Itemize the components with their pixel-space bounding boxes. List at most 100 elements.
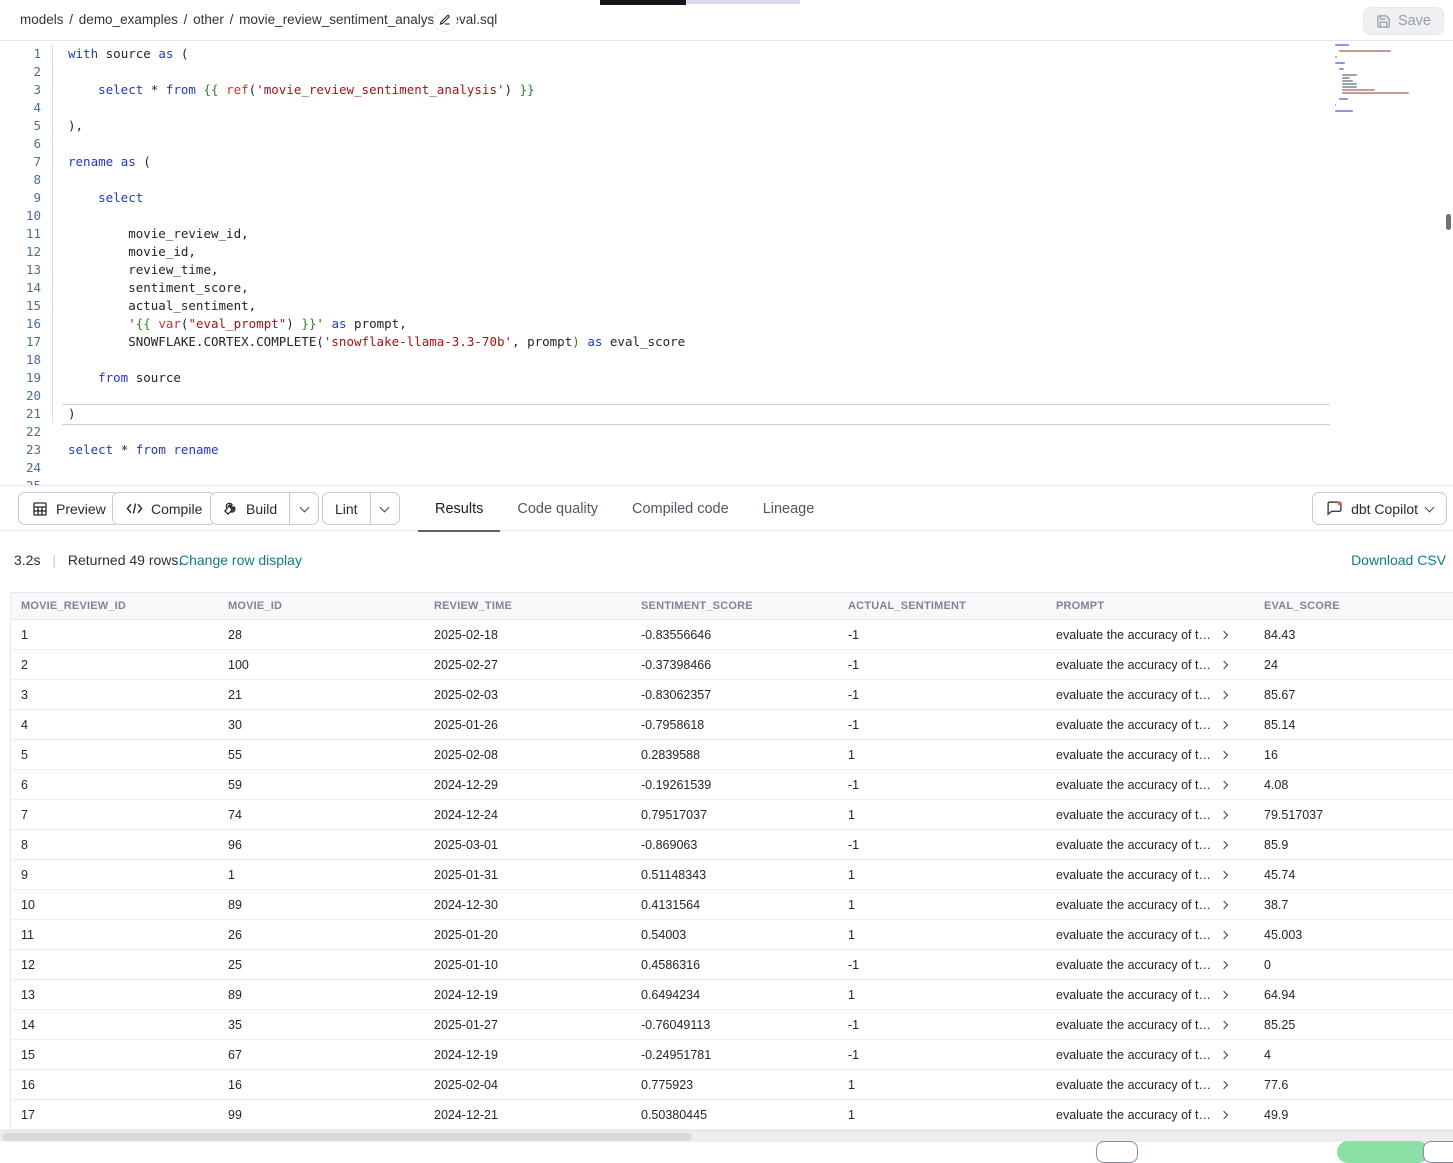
tab-lineage[interactable]: Lineage (746, 486, 832, 532)
breadcrumb-item[interactable]: other (193, 12, 224, 27)
code-line-14[interactable]: 14 sentiment_score, (0, 279, 1453, 297)
code-line-3[interactable]: 3 select * from {{ ref('movie_review_sen… (0, 81, 1453, 99)
save-button[interactable]: Save (1363, 7, 1444, 35)
table-row[interactable]: 17992024-12-210.503804451evaluate the ac… (11, 1100, 1453, 1130)
code-line-24[interactable]: 24 (0, 459, 1453, 477)
code-line-1[interactable]: 1with source as ( (0, 45, 1453, 63)
code-line-21[interactable]: 21) (0, 405, 1453, 423)
compile-button[interactable]: Compile (112, 492, 216, 525)
code-line-23[interactable]: 23select * from rename (0, 441, 1453, 459)
column-header-review_time[interactable]: REVIEW_TIME (424, 593, 631, 619)
table-row[interactable]: 8962025-03-01-0.869063-1evaluate the acc… (11, 830, 1453, 860)
breadcrumb-item[interactable]: demo_examples (79, 12, 178, 27)
cell-prompt[interactable]: evaluate the accuracy of the res… (1046, 1070, 1254, 1099)
expand-cell-icon[interactable] (1220, 1020, 1228, 1028)
table-row[interactable]: 11262025-01-200.540031evaluate the accur… (11, 920, 1453, 950)
cell-prompt[interactable]: evaluate the accuracy of the res… (1046, 620, 1254, 649)
expand-cell-icon[interactable] (1220, 990, 1228, 998)
cell-prompt[interactable]: evaluate the accuracy of the res… (1046, 740, 1254, 769)
code-line-9[interactable]: 9 select (0, 189, 1453, 207)
table-row[interactable]: 912025-01-310.511483431evaluate the accu… (11, 860, 1453, 890)
expand-cell-icon[interactable] (1220, 1050, 1228, 1058)
tab-compiled-code[interactable]: Compiled code (615, 486, 746, 532)
cell-prompt[interactable]: evaluate the accuracy of the res… (1046, 1100, 1254, 1129)
cell-prompt[interactable]: evaluate the accuracy of the res… (1046, 1010, 1254, 1039)
code-line-18[interactable]: 18 (0, 351, 1453, 369)
code-line-7[interactable]: 7rename as ( (0, 153, 1453, 171)
breadcrumb-item[interactable]: movie_review_sentiment_analysis_eval.sql (239, 12, 497, 27)
cell-prompt[interactable]: evaluate the accuracy of the res… (1046, 920, 1254, 949)
expand-cell-icon[interactable] (1220, 810, 1228, 818)
cell-prompt[interactable]: evaluate the accuracy of the res… (1046, 1040, 1254, 1069)
column-header-movie_review_id[interactable]: MOVIE_REVIEW_ID (11, 593, 218, 619)
change-row-display-link[interactable]: Change row display (179, 552, 302, 568)
download-csv-link[interactable]: Download CSV (1351, 552, 1446, 568)
code-line-8[interactable]: 8 (0, 171, 1453, 189)
code-line-13[interactable]: 13 review_time, (0, 261, 1453, 279)
table-row[interactable]: 1282025-02-18-0.83556646-1evaluate the a… (11, 620, 1453, 650)
expand-cell-icon[interactable] (1220, 630, 1228, 638)
expand-cell-icon[interactable] (1220, 780, 1228, 788)
code-line-25[interactable]: 25 (0, 477, 1453, 485)
horizontal-scrollbar[interactable] (0, 1130, 1453, 1142)
code-line-5[interactable]: 5), (0, 117, 1453, 135)
edit-file-icon[interactable] (433, 8, 457, 32)
code-line-17[interactable]: 17 SNOWFLAKE.CORTEX.COMPLETE('snowflake-… (0, 333, 1453, 351)
minimap[interactable] (1335, 44, 1443, 94)
build-button[interactable]: Build (211, 493, 289, 524)
cutoff-button[interactable] (1096, 1141, 1138, 1163)
column-header-sentiment_score[interactable]: SENTIMENT_SCORE (631, 593, 838, 619)
expand-cell-icon[interactable] (1220, 1110, 1228, 1118)
code-line-4[interactable]: 4 (0, 99, 1453, 117)
cell-prompt[interactable]: evaluate the accuracy of the res… (1046, 650, 1254, 679)
table-row[interactable]: 13892024-12-190.64942341evaluate the acc… (11, 980, 1453, 1010)
expand-cell-icon[interactable] (1220, 960, 1228, 968)
horizontal-scrollbar-thumb[interactable] (2, 1133, 692, 1141)
code-line-11[interactable]: 11 movie_review_id, (0, 225, 1453, 243)
code-line-15[interactable]: 15 actual_sentiment, (0, 297, 1453, 315)
table-row[interactable]: 7742024-12-240.795170371evaluate the acc… (11, 800, 1453, 830)
column-header-prompt[interactable]: PROMPT (1046, 593, 1254, 619)
expand-cell-icon[interactable] (1220, 690, 1228, 698)
cell-prompt[interactable]: evaluate the accuracy of the res… (1046, 890, 1254, 919)
expand-cell-icon[interactable] (1220, 720, 1228, 728)
code-line-6[interactable]: 6 (0, 135, 1453, 153)
expand-cell-icon[interactable] (1220, 840, 1228, 848)
expand-cell-icon[interactable] (1220, 870, 1228, 878)
code-line-19[interactable]: 19 from source (0, 369, 1453, 387)
cell-prompt[interactable]: evaluate the accuracy of the res… (1046, 800, 1254, 829)
code-line-20[interactable]: 20 (0, 387, 1453, 405)
table-row[interactable]: 16162025-02-040.7759231evaluate the accu… (11, 1070, 1453, 1100)
table-row[interactable]: 14352025-01-27-0.76049113-1evaluate the … (11, 1010, 1453, 1040)
cutoff-button[interactable] (1423, 1141, 1453, 1163)
dbt-copilot-button[interactable]: dbt Copilot (1312, 492, 1447, 525)
editor-scrollbar-thumb[interactable] (1446, 214, 1451, 230)
table-row[interactable]: 3212025-02-03-0.83062357-1evaluate the a… (11, 680, 1453, 710)
table-row[interactable]: 12252025-01-100.4586316-1evaluate the ac… (11, 950, 1453, 980)
cell-prompt[interactable]: evaluate the accuracy of the res… (1046, 770, 1254, 799)
column-header-actual_sentiment[interactable]: ACTUAL_SENTIMENT (838, 593, 1046, 619)
expand-cell-icon[interactable] (1220, 750, 1228, 758)
expand-cell-icon[interactable] (1220, 930, 1228, 938)
cell-prompt[interactable]: evaluate the accuracy of the res… (1046, 680, 1254, 709)
code-line-16[interactable]: 16 '{{ var("eval_prompt") }}' as prompt, (0, 315, 1453, 333)
code-line-12[interactable]: 12 movie_id, (0, 243, 1453, 261)
table-row[interactable]: 10892024-12-300.41315641evaluate the acc… (11, 890, 1453, 920)
code-editor[interactable]: 1with source as (23 select * from {{ ref… (0, 41, 1453, 485)
column-header-eval_score[interactable]: EVAL_SCORE (1254, 593, 1453, 619)
code-line-22[interactable]: 22 (0, 423, 1453, 441)
expand-cell-icon[interactable] (1220, 660, 1228, 668)
lint-button[interactable]: Lint (323, 493, 370, 524)
tab-results[interactable]: Results (418, 486, 500, 532)
cell-prompt[interactable]: evaluate the accuracy of the res… (1046, 860, 1254, 889)
code-line-2[interactable]: 2 (0, 63, 1453, 81)
table-row[interactable]: 6592024-12-29-0.19261539-1evaluate the a… (11, 770, 1453, 800)
cell-prompt[interactable]: evaluate the accuracy of the res… (1046, 980, 1254, 1009)
column-header-movie_id[interactable]: MOVIE_ID (218, 593, 424, 619)
table-row[interactable]: 4302025-01-26-0.7958618-1evaluate the ac… (11, 710, 1453, 740)
cutoff-green-pill[interactable] (1337, 1141, 1429, 1163)
lint-dropdown-button[interactable] (370, 493, 399, 524)
code-line-10[interactable]: 10 (0, 207, 1453, 225)
build-dropdown-button[interactable] (289, 493, 318, 524)
table-row[interactable]: 15672024-12-19-0.24951781-1evaluate the … (11, 1040, 1453, 1070)
